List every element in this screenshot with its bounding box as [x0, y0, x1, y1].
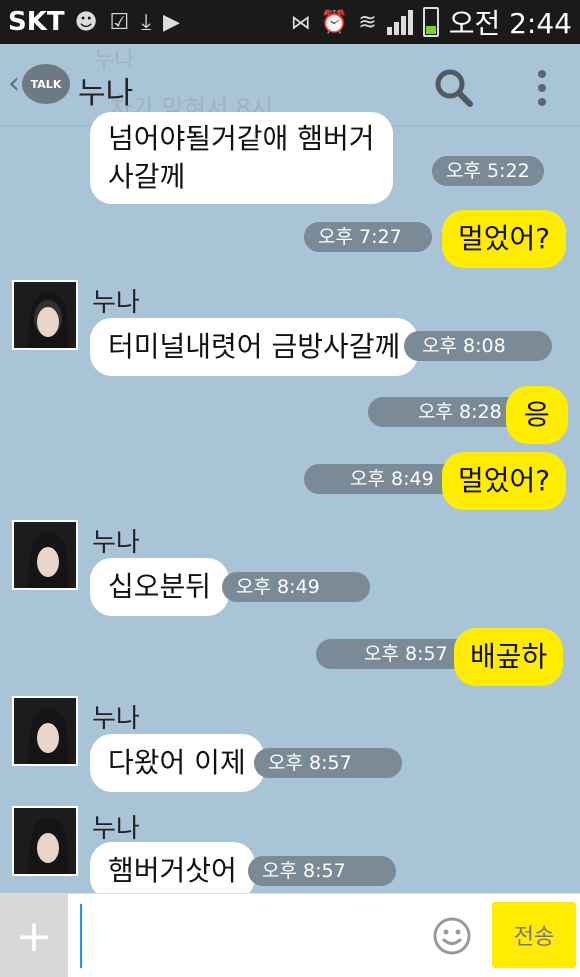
- carrier-label: SKT: [8, 7, 65, 37]
- message-time: 오후 7:27: [304, 222, 432, 252]
- clock: 오전 2:44: [448, 7, 572, 40]
- message-time: 오후 8:08: [404, 331, 552, 361]
- chevron-left-icon[interactable]: ‹: [8, 66, 20, 101]
- message-bubble-outgoing[interactable]: 응: [506, 386, 568, 444]
- alarm-icon: ⏰: [320, 9, 349, 35]
- message-bubble-outgoing[interactable]: 멀었어?: [442, 452, 567, 510]
- message-text: 햄버거삿어: [108, 854, 237, 887]
- message-bubble-incoming[interactable]: 넘어야될거같애 햄버거 사갈께: [90, 112, 393, 204]
- avatar[interactable]: [12, 520, 78, 590]
- message-bubble-incoming[interactable]: 다왔어 이제: [90, 734, 264, 792]
- avatar[interactable]: [12, 696, 78, 766]
- message-bubble-incoming[interactable]: 터미널내렷어 금방사갈께: [90, 318, 419, 376]
- sender-name: 누나: [92, 704, 140, 734]
- menu-dot-icon: [538, 84, 546, 92]
- battery-icon: [422, 7, 439, 37]
- message-bubble-outgoing[interactable]: 배곺하: [454, 628, 564, 686]
- avatar[interactable]: [12, 806, 78, 876]
- checklist-icon: ☑: [109, 9, 130, 35]
- message-input[interactable]: [80, 904, 420, 968]
- person-avatar-image: [14, 698, 76, 764]
- sender-name: 누나: [92, 814, 140, 844]
- message-line: 넘어야될거같애 햄버거: [108, 122, 375, 155]
- message-time: 오후 5:22: [432, 156, 544, 186]
- menu-dot-icon: [538, 98, 546, 106]
- attach-button[interactable]: +: [0, 894, 68, 977]
- search-icon: [435, 69, 473, 107]
- message-time: 오후 8:49: [304, 464, 464, 494]
- message-text: 멀었어?: [458, 222, 551, 255]
- message-time: 오후 8:49: [222, 572, 370, 602]
- menu-dot-icon: [538, 70, 546, 78]
- message-input-bar: + 전송: [0, 893, 580, 977]
- sender-name: 누나: [92, 288, 140, 318]
- download-icon: ⤓: [141, 9, 152, 35]
- overflow-menu-button[interactable]: [528, 64, 556, 112]
- plus-icon: +: [15, 910, 53, 962]
- wifi-icon: ≋: [358, 9, 377, 35]
- message-bubble-outgoing[interactable]: 멀었어?: [442, 210, 567, 268]
- chat-title: 누나: [78, 76, 134, 111]
- message-bubble-incoming[interactable]: 십오분뒤: [90, 558, 230, 616]
- play-store-icon: ▶: [163, 9, 180, 35]
- smiley-icon: [433, 917, 471, 955]
- status-bar: SKT ☻ ☑ ⤓ ▶ ⋈ ⏰ ≋ 오전 2:44: [0, 0, 580, 44]
- signal-icon: [386, 9, 413, 35]
- message-time: 오후 8:57: [248, 856, 396, 886]
- message-line: 사갈께: [108, 160, 186, 193]
- message-text: 배곺하: [470, 640, 548, 673]
- message-text: 응: [524, 398, 550, 431]
- talk-badge-label: TALK: [30, 77, 62, 91]
- emoticon-button[interactable]: [432, 916, 472, 956]
- person-avatar-image: [14, 808, 76, 874]
- sender-name: 누나: [92, 528, 140, 558]
- message-text: 다왔어 이제: [108, 746, 246, 779]
- message-time: 오후 8:57: [254, 748, 402, 778]
- person-avatar-image: [14, 522, 76, 588]
- send-button[interactable]: 전송: [492, 902, 576, 968]
- notification-icons: ☻ ☑ ⤓ ▶: [75, 10, 180, 35]
- message-bubble-incoming[interactable]: 햄버거삿어: [90, 842, 255, 900]
- search-button[interactable]: [430, 64, 478, 112]
- message-text: 터미널내렷어 금방사갈께: [108, 330, 401, 363]
- message-text: 멀었어?: [458, 464, 551, 497]
- mute-icon: ⋈: [290, 10, 311, 34]
- person-avatar-image: [14, 282, 76, 348]
- avatar[interactable]: [12, 280, 78, 350]
- talk-back-button[interactable]: TALK: [22, 64, 70, 104]
- android-icon: ☻: [74, 9, 98, 35]
- message-text: 십오분뒤: [108, 570, 212, 603]
